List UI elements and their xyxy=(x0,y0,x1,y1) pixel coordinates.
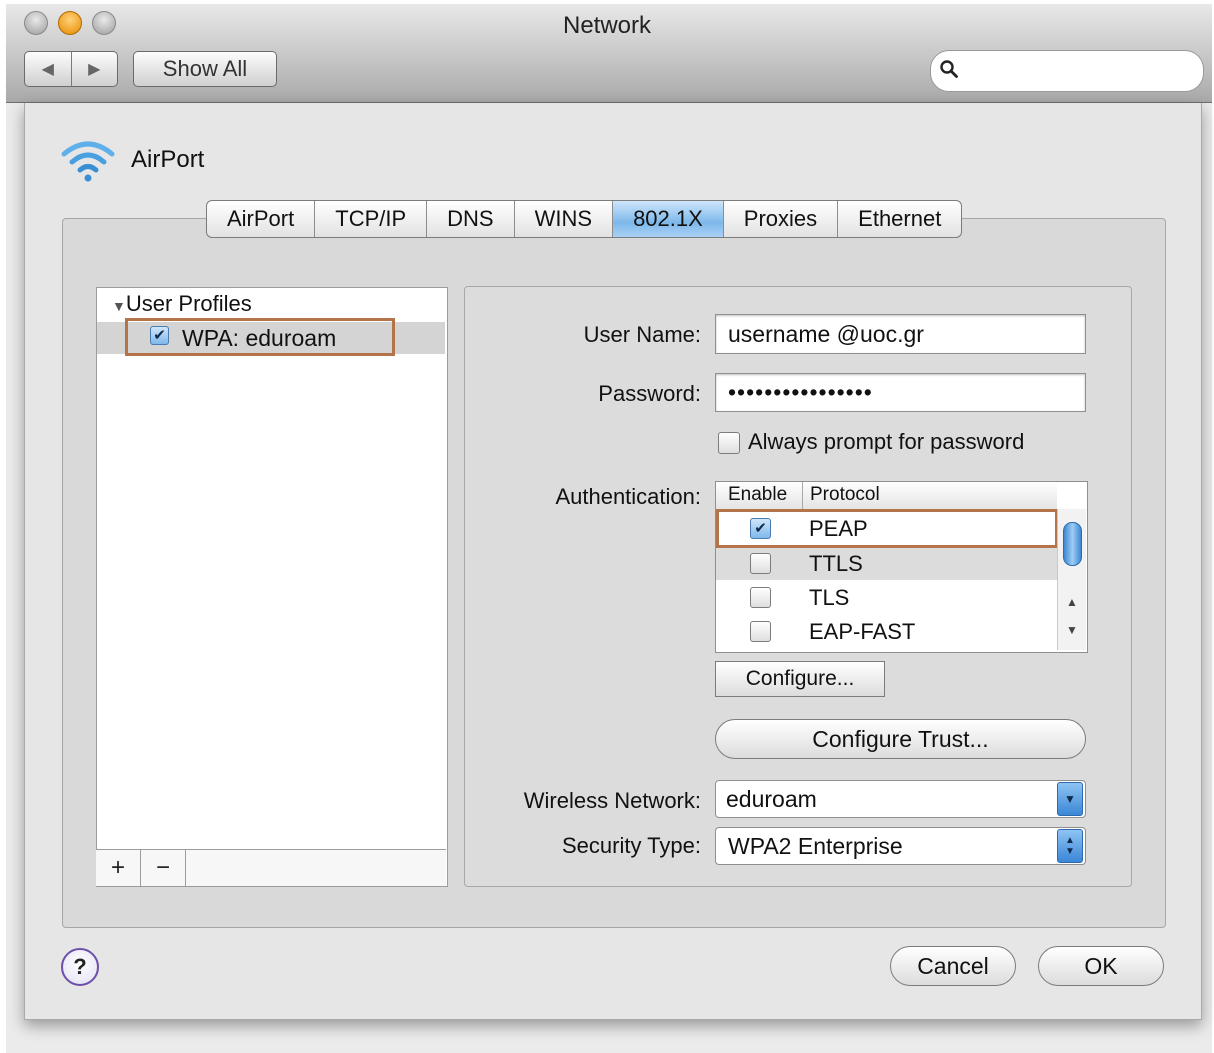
tab-airport[interactable]: AirPort xyxy=(207,201,314,237)
scroll-thumb[interactable] xyxy=(1063,522,1082,566)
search-input[interactable] xyxy=(930,50,1204,92)
table-row[interactable]: TLS xyxy=(716,580,1057,614)
list-footer: + − xyxy=(96,849,446,886)
search-icon xyxy=(940,60,958,78)
authentication-table-header: Enable Protocol xyxy=(716,482,1057,510)
tab-dns[interactable]: DNS xyxy=(426,201,513,237)
wireless-network-label: Wireless Network: xyxy=(523,788,701,813)
remove-profile-button[interactable]: − xyxy=(141,850,186,886)
disclosure-triangle-icon: ▼ xyxy=(112,298,126,314)
username-label: User Name: xyxy=(583,322,701,347)
help-button[interactable]: ? xyxy=(61,948,99,986)
password-label: Password: xyxy=(598,381,701,406)
authentication-label: Authentication: xyxy=(555,484,701,509)
wifi-icon xyxy=(61,141,115,182)
table-row[interactable]: EAP-FAST xyxy=(716,614,1057,648)
settings-tabs: AirPort TCP/IP DNS WINS 802.1X Proxies E… xyxy=(206,200,963,238)
configure-trust-button[interactable]: Configure Trust... xyxy=(715,719,1086,759)
protocol-name: TTLS xyxy=(809,551,863,576)
protocol-name: TLS xyxy=(809,585,850,610)
always-prompt-label: Always prompt for password xyxy=(748,429,1025,454)
user-profiles-list xyxy=(96,287,448,887)
configure-button[interactable]: Configure... xyxy=(715,661,885,697)
add-profile-button[interactable]: + xyxy=(96,850,141,886)
tls-enable-checkbox[interactable] xyxy=(750,587,771,608)
tab-proxies[interactable]: Proxies xyxy=(722,201,837,237)
ttls-enable-checkbox[interactable] xyxy=(750,553,771,574)
user-profiles-header[interactable]: ▼User Profiles xyxy=(112,291,252,317)
forward-arrow-icon[interactable]: ▶ xyxy=(70,52,118,86)
highlight-box xyxy=(716,509,1058,548)
tab-tcp-ip[interactable]: TCP/IP xyxy=(314,201,426,237)
back-arrow-icon[interactable]: ◀ xyxy=(25,52,71,86)
scroll-up-arrow-icon[interactable]: ▲ xyxy=(1066,595,1078,609)
chevron-down-icon[interactable]: ▼ xyxy=(1057,782,1083,816)
show-all-button[interactable]: Show All xyxy=(133,51,277,87)
cancel-button[interactable]: Cancel xyxy=(890,946,1016,986)
highlight-box xyxy=(125,318,395,356)
column-header-protocol[interactable]: Protocol xyxy=(810,484,880,506)
interface-name: AirPort xyxy=(131,146,205,173)
security-type-label: Security Type: xyxy=(562,833,701,858)
column-header-enable[interactable]: Enable xyxy=(728,484,787,506)
username-field[interactable]: username @uoc.gr xyxy=(715,314,1086,354)
security-type-select[interactable]: WPA2 Enterprise xyxy=(715,827,1086,865)
up-down-arrows-icon[interactable]: ▲ ▼ xyxy=(1057,829,1083,863)
always-prompt-checkbox[interactable] xyxy=(718,432,740,454)
back-forward-control: ◀ ▶ xyxy=(24,51,118,87)
eap-fast-enable-checkbox[interactable] xyxy=(750,621,771,642)
authentication-scrollbar[interactable]: ▲ ▼ xyxy=(1057,509,1086,650)
tab-wins[interactable]: WINS xyxy=(513,201,612,237)
password-field[interactable]: •••••••••••••••• xyxy=(715,373,1086,412)
wireless-network-combobox[interactable]: eduroam xyxy=(715,780,1086,818)
tab-ethernet[interactable]: Ethernet xyxy=(837,201,961,237)
column-divider xyxy=(802,482,803,509)
table-row[interactable]: TTLS xyxy=(716,546,1057,580)
tab-802-1x[interactable]: 802.1X xyxy=(612,201,723,237)
ok-button[interactable]: OK xyxy=(1038,946,1164,986)
scroll-down-arrow-icon[interactable]: ▼ xyxy=(1066,623,1078,637)
window-title: Network xyxy=(562,12,652,39)
protocol-name: EAP-FAST xyxy=(809,619,916,644)
